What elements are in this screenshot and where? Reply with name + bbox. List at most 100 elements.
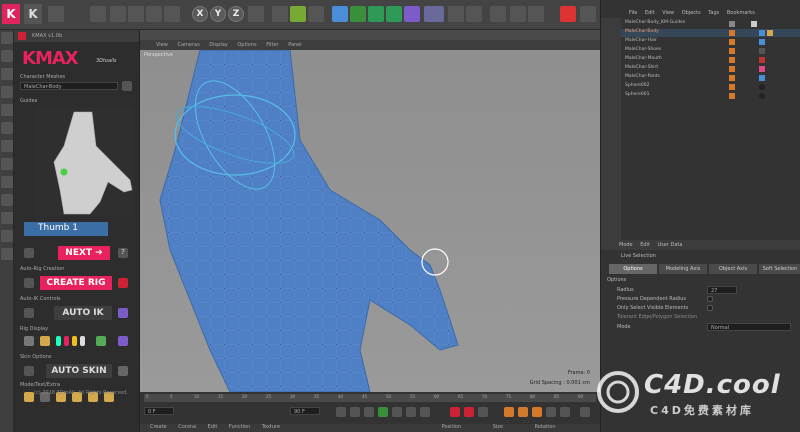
viewport-menu-view[interactable]: View [156, 42, 168, 48]
tab-modeling-axis[interactable]: Modeling Axis [659, 264, 707, 274]
tab-soft-selection[interactable]: Soft Selection [759, 264, 800, 274]
camera-icon[interactable] [448, 6, 464, 22]
autokey-icon[interactable] [464, 407, 474, 417]
mode-select[interactable]: Normal [707, 323, 791, 331]
phong-tag-icon[interactable] [767, 30, 773, 36]
play-icon[interactable] [378, 407, 388, 417]
render-icon[interactable] [290, 6, 306, 22]
object-row[interactable]: MaleChar-Hair [621, 38, 800, 46]
key-pla-icon[interactable] [560, 407, 570, 417]
edge-mode-icon[interactable] [528, 6, 544, 22]
light-icon[interactable] [466, 6, 482, 22]
trash-icon[interactable] [24, 278, 34, 288]
obj-menu-edit[interactable]: Edit [645, 10, 655, 16]
obj-menu-bookmarks[interactable]: Bookmarks [727, 10, 755, 16]
rig-options-icon[interactable] [118, 278, 128, 288]
z-axis-toggle[interactable]: Z [228, 6, 244, 22]
key-rotation-icon[interactable] [532, 407, 542, 417]
color-white-swatch[interactable] [80, 336, 85, 346]
create-rig-button[interactable]: CREATE RIG [40, 276, 112, 290]
material-tag-icon[interactable] [759, 30, 765, 36]
sphere-material-icon[interactable] [759, 93, 765, 99]
layer-icon[interactable] [729, 39, 735, 45]
next-key-icon[interactable] [406, 407, 416, 417]
trash-icon[interactable] [24, 248, 34, 258]
auto-skin-button[interactable]: AUTO SKIN [46, 364, 112, 378]
brush-icon[interactable] [118, 366, 128, 376]
uv-mode-icon[interactable] [1, 158, 13, 170]
sphere-material-icon[interactable] [759, 84, 765, 90]
only-visible-checkbox[interactable] [707, 305, 713, 311]
obj-menu-file[interactable]: File [629, 10, 637, 16]
model-mode-icon[interactable] [1, 50, 13, 62]
layer-icon[interactable] [729, 30, 735, 36]
trash-icon[interactable] [24, 366, 34, 376]
deformer-icon[interactable] [386, 6, 402, 22]
display-options-icon[interactable] [118, 336, 128, 346]
layer-icon[interactable] [729, 93, 735, 99]
obj-menu-tags[interactable]: Tags [708, 10, 719, 16]
character-mesh-select[interactable]: MaleChar-Body [20, 82, 118, 90]
layer-icon[interactable] [729, 75, 735, 81]
viewport-menu-display[interactable]: Display [209, 42, 227, 48]
object-row[interactable]: Sphere002 [621, 83, 800, 91]
tab-object-axis[interactable]: Object Axis [709, 264, 757, 274]
layer-icon[interactable] [729, 66, 735, 72]
pose-mode-icon[interactable] [24, 392, 34, 402]
close-icon[interactable] [18, 32, 26, 40]
attr-menu-user-data[interactable]: User Data [658, 242, 683, 248]
goto-start-icon[interactable] [336, 407, 346, 417]
kmax-launch-icon[interactable]: K [24, 4, 42, 24]
floor-grid-icon[interactable] [424, 6, 444, 22]
select-tool-icon[interactable] [90, 6, 106, 22]
ik-options-icon[interactable] [118, 308, 128, 318]
color-pink-swatch[interactable] [64, 336, 69, 346]
key-param-icon[interactable] [546, 407, 556, 417]
edges-mode-icon[interactable] [1, 122, 13, 134]
perspective-viewport[interactable]: View Cameras Display Options Filter Pane… [140, 30, 600, 392]
start-frame-field[interactable]: 0 F [144, 407, 174, 415]
polygon-mode-icon[interactable] [510, 6, 526, 22]
script-icon[interactable] [560, 6, 576, 22]
display-box-icon[interactable] [40, 336, 50, 346]
undo-icon[interactable] [48, 6, 64, 22]
workplane-icon[interactable] [1, 86, 13, 98]
viewport-menu-options[interactable]: Options [237, 42, 256, 48]
menu-function[interactable]: Function [229, 424, 250, 430]
object-row[interactable]: MaleChar-Mouth [621, 56, 800, 64]
attr-menu-mode[interactable]: Mode [619, 242, 633, 248]
menu-create[interactable]: Create [150, 424, 167, 430]
object-row[interactable]: MaleChar-Body [621, 29, 800, 37]
object-row[interactable]: MaleChar-Body_KM-Guides [621, 20, 800, 28]
coordinate-system-icon[interactable] [248, 6, 264, 22]
x-axis-toggle[interactable]: X [192, 6, 208, 22]
goto-end-icon[interactable] [420, 407, 430, 417]
solo-mode-icon[interactable] [1, 230, 13, 242]
radius-field[interactable]: 27 [707, 286, 737, 294]
snap-icon[interactable] [1, 212, 13, 224]
viewport-menu-cameras[interactable]: Cameras [177, 42, 199, 48]
pencil-icon[interactable] [96, 336, 106, 346]
cinema4d-logo-icon[interactable]: K [2, 4, 20, 24]
render-settings-icon[interactable] [308, 6, 324, 22]
make-editable-icon[interactable] [1, 32, 13, 44]
object-row[interactable]: MaleChar-Shirt [621, 65, 800, 73]
object-row[interactable]: Sphere001 [621, 92, 800, 100]
rotate-tool-icon[interactable] [146, 6, 162, 22]
prev-key-icon[interactable] [350, 407, 360, 417]
recent-tool-icon[interactable] [164, 6, 180, 22]
pressure-radius-checkbox[interactable] [707, 296, 713, 302]
color-cyan-swatch[interactable] [56, 336, 61, 346]
generator-icon[interactable] [350, 6, 366, 22]
auto-ik-button[interactable]: AUTO IK [54, 306, 112, 320]
tweak-mode-icon[interactable] [1, 194, 13, 206]
menu-texture[interactable]: Texture [262, 424, 280, 430]
object-row[interactable]: MaleChar-Shoes [621, 47, 800, 55]
trash-icon[interactable] [24, 308, 34, 318]
record-icon[interactable] [450, 407, 460, 417]
viewport-menu-filter[interactable]: Filter [266, 42, 278, 48]
points-mode-icon[interactable] [1, 104, 13, 116]
polygons-mode-icon[interactable] [1, 140, 13, 152]
refresh-icon[interactable] [122, 81, 132, 91]
timeline-ruler[interactable]: 0 5 10 15 20 25 30 35 40 45 50 55 60 65 … [144, 394, 596, 402]
